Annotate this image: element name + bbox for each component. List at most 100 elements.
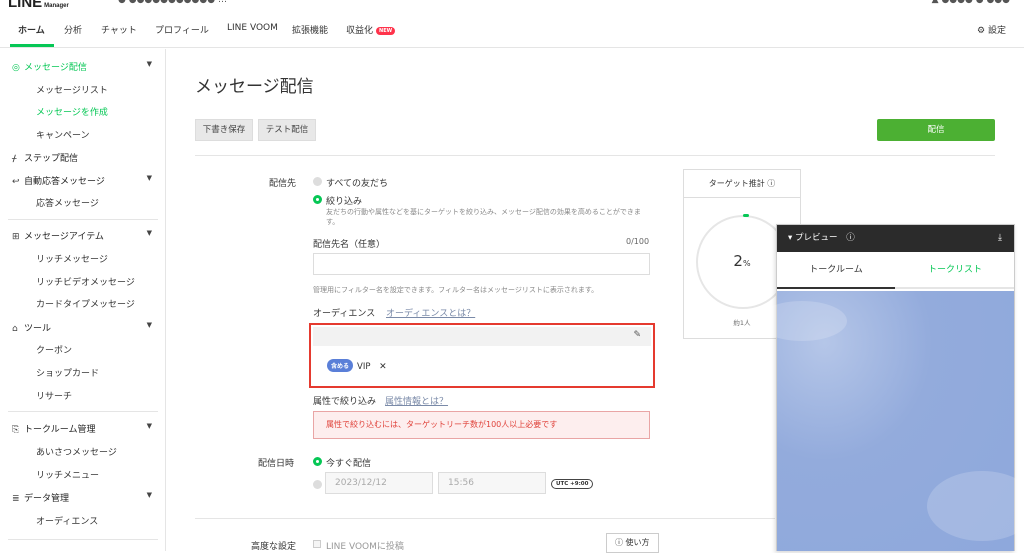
chevron-down-icon: ▼	[146, 422, 152, 430]
test-send-button[interactable]: テスト配信	[258, 119, 316, 141]
sidebar-item-talkroom-management[interactable]: ⎘ トークルーム管理 ▼	[0, 422, 166, 435]
sidebar-item-shop-card[interactable]: ショップカード	[0, 366, 166, 379]
audience-name: VIP	[357, 362, 371, 372]
tab-monetization[interactable]: 収益化 NEW	[346, 23, 396, 36]
line-manager-logo[interactable]: LINE Manager	[8, 0, 69, 10]
advanced-settings-label: 高度な設定	[251, 542, 297, 552]
sidebar-item-campaign[interactable]: キャンペーン	[0, 128, 166, 141]
sidebar-divider	[8, 539, 158, 540]
audience-chip: 含める VIP ✕	[327, 359, 387, 372]
plus-box-icon: ⊞	[12, 232, 20, 242]
tab-extensions[interactable]: 拡張機能	[292, 23, 328, 36]
sidebar-item-label: メッセージアイテム	[24, 232, 104, 242]
schedule-radio[interactable]	[313, 480, 322, 489]
audience-selector-header: ✎	[313, 327, 651, 346]
logo-text: LINE	[8, 0, 43, 10]
sidebar-item-message-list[interactable]: メッセージリスト	[0, 83, 166, 96]
audience-selector[interactable]: ✎ 含める VIP ✕	[309, 323, 655, 388]
sidebar-divider	[8, 219, 158, 220]
sidebar-item-label: メッセージ配信	[24, 63, 87, 73]
sidebar-item-label: トークルーム管理	[24, 425, 96, 435]
target-percent-unit: %	[742, 259, 751, 268]
sidebar-item-rich-menu[interactable]: リッチメニュー	[0, 468, 166, 481]
settings-label: 設定	[987, 26, 1006, 36]
help-icon[interactable]: ⓘ	[767, 179, 775, 188]
audience-label: オーディエンス	[313, 309, 376, 319]
section-divider	[195, 518, 775, 519]
all-friends-label[interactable]: すべての友だち	[326, 176, 388, 189]
all-friends-radio[interactable]	[313, 177, 322, 186]
time-input[interactable]: 15:56	[438, 472, 546, 494]
background-cloud	[927, 471, 1024, 541]
download-icon[interactable]: ⤓	[998, 225, 1002, 252]
sidebar-item-label: データ管理	[24, 494, 70, 504]
sidebar-item-tools[interactable]: ⌂ ツール ▼	[0, 321, 166, 334]
destination-name-label: 配信先名（任意）	[313, 240, 386, 250]
sidebar-item-rich-video-message[interactable]: リッチビデオメッセージ	[0, 275, 166, 288]
narrow-description: 友だちの行動や属性などを基にターゲットを絞り込み、メッセージ配信の効果を高めるこ…	[326, 208, 641, 226]
page-title: メッセージ配信	[195, 77, 314, 97]
sidebar-item-data-management[interactable]: ≣ データ管理 ▼	[0, 491, 166, 504]
attribute-warning: 属性で絞り込むには、ターゲットリーチ数が100人以上必要です	[313, 411, 650, 439]
destination-name-counter: 0/100	[626, 237, 650, 246]
account-switcher[interactable]: ● ●●●●●●●●●●● …	[118, 0, 227, 5]
sidebar-item-coupon[interactable]: クーポン	[0, 343, 166, 356]
sidebar-item-audience[interactable]: オーディエンス	[0, 514, 166, 527]
chevron-down-icon: ▼	[146, 229, 152, 237]
help-icon[interactable]: ⓘ	[846, 233, 855, 243]
gear-icon: ⚙	[977, 26, 986, 36]
date-input[interactable]: 2023/12/12	[325, 472, 433, 494]
attribute-filter-label: 属性で絞り込み	[313, 397, 377, 407]
tab-line-voom[interactable]: LINE VOOM	[227, 23, 278, 33]
send-button[interactable]: 配信	[877, 119, 995, 141]
user-menu[interactable]: ▲ ●●●● ● ●●●	[932, 0, 1010, 5]
save-draft-button[interactable]: 下書き保存	[195, 119, 253, 141]
sidebar-item-message-broadcast[interactable]: ◎ メッセージ配信 ▼	[0, 60, 166, 73]
audience-help-link[interactable]: オーディエンスとは？	[386, 306, 475, 319]
tab-home[interactable]: ホーム	[18, 23, 45, 36]
sidebar-item-greeting-message[interactable]: あいさつメッセージ	[0, 445, 166, 458]
preview-panel: ▾ プレビュー ⓘ ⤓ トークルーム トークリスト	[757, 224, 1024, 551]
talkroom-icon: ⎘	[12, 425, 20, 435]
howto-button[interactable]: ⓘ 使い方	[606, 533, 659, 553]
sidebar-item-response-message[interactable]: 応答メッセージ	[0, 196, 166, 209]
pencil-icon[interactable]: ✎	[633, 330, 641, 340]
tab-analytics[interactable]: 分析	[64, 23, 82, 36]
chevron-down-icon: ▼	[146, 60, 152, 68]
tab-talkroom[interactable]: トークルーム	[777, 252, 895, 289]
preview-tabs: トークルーム トークリスト	[777, 252, 1014, 289]
database-icon: ≣	[12, 494, 20, 504]
sidebar-item-card-type-message[interactable]: カードタイプメッセージ	[0, 297, 166, 310]
filter-note: 管理用にフィルター名を設定できます。フィルター名はメッセージリストに表示されます…	[313, 286, 599, 294]
sidebar-item-message-items[interactable]: ⊞ メッセージアイテム ▼	[0, 229, 166, 242]
attribute-help-link[interactable]: 属性情報とは？	[385, 394, 448, 407]
reply-icon: ↩	[12, 177, 20, 187]
sidebar-item-rich-message[interactable]: リッチメッセージ	[0, 252, 166, 265]
settings-link[interactable]: ⚙ 設定	[977, 23, 1006, 36]
tab-chat[interactable]: チャット	[101, 23, 137, 36]
close-icon[interactable]: ✕	[379, 362, 387, 372]
narrow-radio[interactable]	[313, 195, 322, 204]
target-estimate-title: ターゲット推計	[708, 179, 765, 188]
section-divider	[195, 155, 995, 156]
store-icon: ⌂	[12, 324, 18, 334]
preview-chat-background	[757, 291, 1024, 551]
send-now-radio[interactable]	[313, 457, 322, 466]
sidebar-item-auto-reply[interactable]: ↩ 自動応答メッセージ ▼	[0, 174, 166, 187]
destination-name-input[interactable]	[313, 253, 650, 275]
sidebar-item-research[interactable]: リサーチ	[0, 389, 166, 402]
voom-post-checkbox[interactable]	[313, 540, 321, 548]
send-now-label[interactable]: 今すぐ配信	[326, 456, 371, 469]
timezone-badge: UTC +9:00	[551, 479, 594, 489]
recipient-label: 配信先	[269, 179, 297, 189]
sidebar-item-create-message[interactable]: メッセージを作成	[0, 105, 166, 118]
voom-post-label[interactable]: LINE VOOMに投稿	[326, 539, 404, 552]
sidebar-item-step-broadcast[interactable]: ᚋ ステップ配信	[0, 151, 166, 164]
narrow-label[interactable]: 絞り込み	[326, 194, 362, 207]
preview-header[interactable]: ▾ プレビュー ⓘ ⤓	[777, 225, 1014, 252]
tab-profile[interactable]: プロフィール	[155, 23, 209, 36]
sidebar-item-label: 自動応答メッセージ	[24, 177, 105, 187]
chevron-down-icon: ▼	[146, 491, 152, 499]
tab-talklist[interactable]: トークリスト	[896, 252, 1014, 289]
howto-label: 使い方	[625, 538, 650, 547]
